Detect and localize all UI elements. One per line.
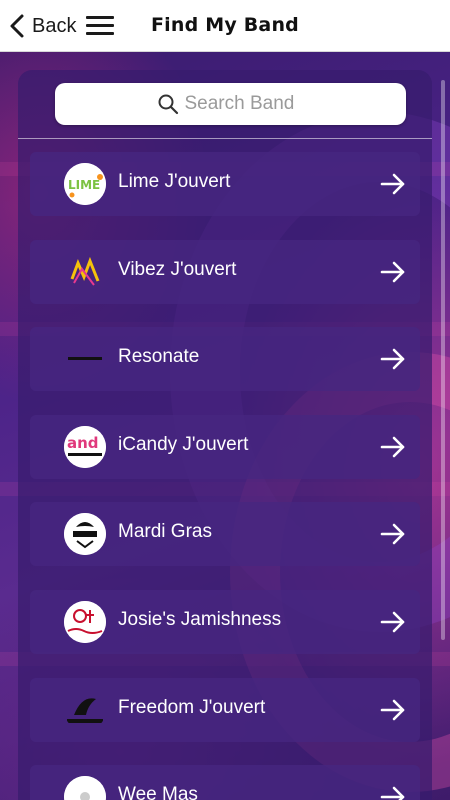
band-name: Resonate	[118, 346, 200, 367]
svg-text:and: and	[67, 434, 99, 452]
arrow-right-icon	[380, 261, 405, 283]
svg-text:LIME: LIME	[68, 178, 100, 192]
band-name: Josie's Jamishness	[118, 609, 282, 630]
band-name: iCandy J'ouvert	[118, 434, 249, 455]
hamburger-menu-icon[interactable]	[86, 14, 114, 36]
search-input[interactable]	[184, 93, 305, 115]
band-name: Freedom J'ouvert	[118, 697, 266, 718]
band-name: Mardi Gras	[118, 521, 212, 542]
band-row-icandy[interactable]: and iCandy J'ouvert	[30, 415, 420, 479]
band-row-freedom[interactable]: Freedom J'ouvert	[30, 678, 420, 742]
search-bar[interactable]	[55, 83, 406, 125]
josies-logo-icon	[64, 601, 106, 643]
wee-mas-logo-icon	[64, 776, 106, 800]
arrow-right-icon	[380, 348, 405, 370]
arrow-right-icon	[380, 436, 405, 458]
band-name: Lime J'ouvert	[118, 171, 231, 192]
vibez-logo-icon	[64, 251, 106, 293]
resonate-logo-icon	[64, 338, 106, 380]
arrow-right-icon	[380, 699, 405, 721]
icandy-logo-icon: and	[64, 426, 106, 468]
band-row-lime[interactable]: LIME Lime J'ouvert	[30, 152, 420, 216]
search-divider	[18, 138, 432, 139]
chevron-left-icon	[10, 14, 24, 38]
back-label: Back	[32, 14, 77, 37]
band-row-resonate[interactable]: Resonate	[30, 327, 420, 391]
back-button[interactable]: Back	[8, 10, 76, 42]
arrow-right-icon	[380, 786, 405, 800]
band-name: Vibez J'ouvert	[118, 259, 237, 280]
band-row-vibez[interactable]: Vibez J'ouvert	[30, 240, 420, 304]
scrollbar[interactable]	[441, 80, 445, 640]
mardi-gras-logo-icon	[64, 513, 106, 555]
band-row-wee-mas[interactable]: Wee Mas	[30, 765, 420, 800]
app-header: Back Find My Band	[0, 0, 450, 52]
freedom-logo-icon	[64, 689, 106, 731]
lime-logo-icon: LIME	[64, 163, 106, 205]
search-icon	[158, 94, 178, 115]
band-name: Wee Mas	[118, 784, 198, 800]
arrow-right-icon	[380, 611, 405, 633]
arrow-right-icon	[380, 173, 405, 195]
band-row-josies[interactable]: Josie's Jamishness	[30, 590, 420, 654]
arrow-right-icon	[380, 523, 405, 545]
band-row-mardi-gras[interactable]: Mardi Gras	[30, 502, 420, 566]
